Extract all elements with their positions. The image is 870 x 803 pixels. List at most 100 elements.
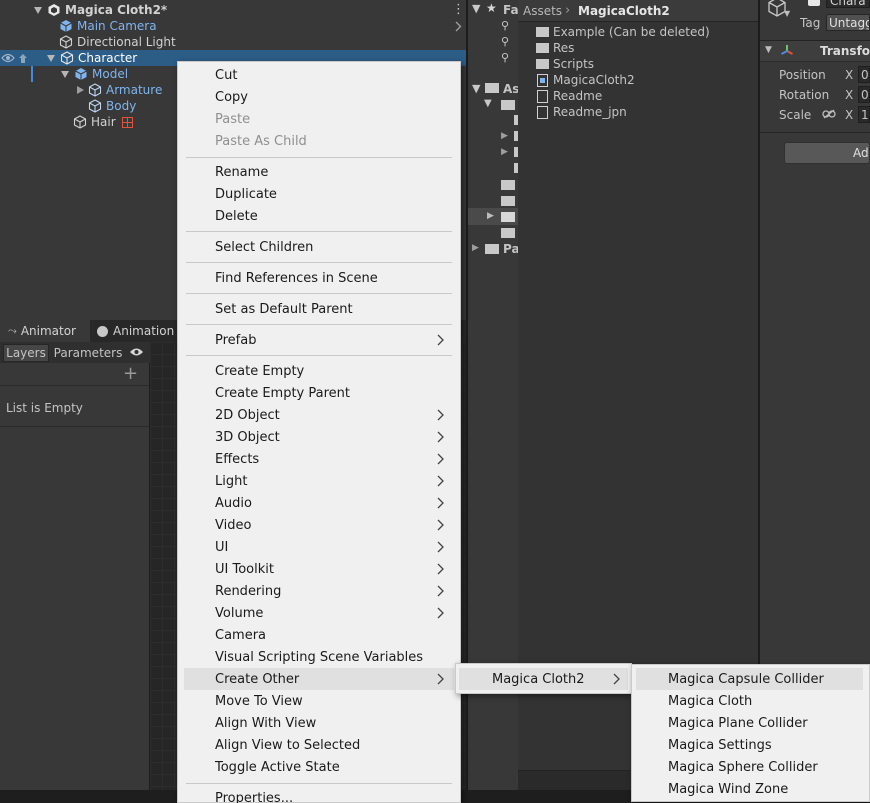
menu-item-magica-cloth2[interactable]: Magica Cloth2 bbox=[459, 668, 628, 690]
menu-item-label: 2D Object bbox=[215, 407, 280, 423]
subtab-parameters[interactable]: Parameters bbox=[52, 344, 124, 362]
script-file-icon bbox=[537, 73, 548, 87]
menu-item-properties[interactable]: Properties... bbox=[178, 787, 460, 803]
expand-arrow-icon[interactable] bbox=[47, 54, 55, 62]
menu-item-magica-settings[interactable]: Magica Settings bbox=[632, 734, 869, 756]
transform-header[interactable]: ▼ Transfor bbox=[760, 40, 870, 62]
menu-item-toggle-active-state[interactable]: Toggle Active State bbox=[178, 756, 460, 778]
name-value: Chara bbox=[830, 0, 866, 8]
add-button-label: Add bbox=[853, 146, 869, 160]
menu-item-ui-toolkit[interactable]: UI Toolkit bbox=[178, 558, 460, 580]
asset-item[interactable]: Example (Can be deleted) bbox=[536, 24, 756, 40]
breadcrumb-root[interactable]: Assets bbox=[523, 4, 562, 18]
search-icon[interactable]: ⚲ bbox=[501, 51, 509, 64]
tab-animation[interactable]: Animation bbox=[97, 320, 187, 342]
assets-label: As bbox=[503, 82, 520, 96]
menu-item-find-references[interactable]: Find References in Scene bbox=[178, 267, 460, 289]
menu-item-create-empty[interactable]: Create Empty bbox=[178, 360, 460, 382]
constrain-proportions-icon[interactable] bbox=[822, 109, 836, 119]
pick-hand-icon[interactable] bbox=[17, 52, 29, 64]
active-checkbox[interactable] bbox=[808, 0, 820, 6]
axis-x-label[interactable]: X bbox=[845, 88, 853, 102]
animator-layer-list: + List is Empty bbox=[0, 363, 149, 790]
menu-separator bbox=[186, 324, 452, 325]
menu-item-magica-capsule-collider[interactable]: Magica Capsule Collider bbox=[636, 668, 863, 690]
collapse-arrow-icon[interactable]: ▶ bbox=[501, 147, 508, 157]
scale-x-field[interactable]: 1 bbox=[858, 106, 870, 123]
search-icon[interactable]: ⚲ bbox=[501, 35, 509, 48]
icon-dropdown-arrow-icon[interactable]: ▼ bbox=[784, 9, 790, 18]
menu-item-rendering[interactable]: Rendering bbox=[178, 580, 460, 602]
menu-item-set-default-parent[interactable]: Set as Default Parent bbox=[178, 298, 460, 320]
menu-item-magica-plane-collider[interactable]: Magica Plane Collider bbox=[632, 712, 869, 734]
menu-item-audio[interactable]: Audio bbox=[178, 492, 460, 514]
menu-item-align-with-view[interactable]: Align With View bbox=[178, 712, 460, 734]
add-component-button[interactable]: Add bbox=[784, 142, 870, 164]
asset-item[interactable]: MagicaCloth2 bbox=[536, 72, 756, 88]
axis-x-label[interactable]: X bbox=[845, 68, 853, 82]
menu-item-volume[interactable]: Volume bbox=[178, 602, 460, 624]
menu-item-cut[interactable]: Cut bbox=[178, 64, 460, 86]
menu-item-camera[interactable]: Camera bbox=[178, 624, 460, 646]
menu-item-label: Create Empty Parent bbox=[215, 385, 350, 401]
axis-x-label[interactable]: X bbox=[845, 108, 853, 122]
menu-item-align-view-to-selected[interactable]: Align View to Selected bbox=[178, 734, 460, 756]
hierarchy-scene-row[interactable]: Magica Cloth2* ⋮ bbox=[0, 2, 466, 18]
menu-item-duplicate[interactable]: Duplicate bbox=[178, 183, 460, 205]
tab-animator[interactable]: ⤳ Animator bbox=[0, 320, 90, 342]
asset-item[interactable]: Readme_jpn bbox=[536, 104, 756, 120]
menu-item-select-children[interactable]: Select Children bbox=[178, 236, 460, 258]
menu-item-rename[interactable]: Rename bbox=[178, 161, 460, 183]
menu-item-video[interactable]: Video bbox=[178, 514, 460, 536]
field-value: 0 bbox=[861, 88, 869, 102]
collapse-arrow-icon[interactable]: ▶ bbox=[487, 211, 494, 221]
name-field[interactable]: Chara bbox=[826, 0, 870, 8]
menu-item-3d-object[interactable]: 3D Object bbox=[178, 426, 460, 448]
asset-item[interactable]: Readme bbox=[536, 88, 756, 104]
expand-arrow-icon[interactable]: ▼ bbox=[484, 98, 492, 109]
menu-item-magica-cloth[interactable]: Magica Cloth bbox=[632, 690, 869, 712]
asset-item[interactable]: Scripts bbox=[536, 56, 756, 72]
rotation-x-field[interactable]: 0 bbox=[858, 86, 870, 103]
add-layer-plus-icon[interactable]: + bbox=[123, 363, 138, 384]
hierarchy-item-directional-light[interactable]: Directional Light bbox=[0, 34, 466, 50]
menu-item-magica-wind-zone[interactable]: Magica Wind Zone bbox=[632, 778, 869, 800]
expand-arrow-icon[interactable] bbox=[34, 6, 42, 14]
menu-item-visual-scripting-scene-variables[interactable]: Visual Scripting Scene Variables bbox=[178, 646, 460, 668]
position-x-field[interactable]: 0 bbox=[858, 66, 870, 83]
assets-expand-icon[interactable]: ▼ bbox=[472, 82, 480, 95]
menu-item-move-to-view[interactable]: Move To View bbox=[178, 690, 460, 712]
menu-item-delete[interactable]: Delete bbox=[178, 205, 460, 227]
favorites-expand-icon[interactable]: ▼ bbox=[472, 2, 480, 15]
eye-icon[interactable] bbox=[129, 347, 144, 357]
star-icon: ★ bbox=[486, 1, 497, 15]
menu-item-light[interactable]: Light bbox=[178, 470, 460, 492]
more-options-icon[interactable]: ⋮ bbox=[452, 2, 465, 17]
expand-arrow-icon[interactable] bbox=[61, 70, 69, 78]
search-icon[interactable]: ⚲ bbox=[501, 19, 509, 32]
menu-item-ui[interactable]: UI bbox=[178, 536, 460, 558]
visibility-eye-icon[interactable] bbox=[1, 52, 15, 64]
chevron-right-icon bbox=[437, 563, 444, 575]
asset-label: Example (Can be deleted) bbox=[553, 25, 710, 39]
tag-dropdown[interactable]: Untagg bbox=[826, 14, 870, 31]
menu-item-effects[interactable]: Effects bbox=[178, 448, 460, 470]
menu-item-magica-sphere-collider[interactable]: Magica Sphere Collider bbox=[632, 756, 869, 778]
menu-item-label: Toggle Active State bbox=[215, 759, 340, 775]
expand-arrow-icon[interactable]: ▼ bbox=[765, 45, 772, 55]
subtab-layers[interactable]: Layers bbox=[3, 344, 49, 362]
menu-item-create-empty-parent[interactable]: Create Empty Parent bbox=[178, 382, 460, 404]
menu-item-label: Magica Cloth bbox=[668, 693, 753, 709]
menu-item-create-other[interactable]: Create Other bbox=[184, 668, 454, 690]
hierarchy-item-main-camera[interactable]: Main Camera bbox=[0, 18, 466, 34]
asset-item[interactable]: Res bbox=[536, 40, 756, 56]
collapse-arrow-icon[interactable]: ▶ bbox=[501, 131, 508, 141]
menu-item-prefab[interactable]: Prefab bbox=[178, 329, 460, 351]
collapse-arrow-icon[interactable] bbox=[77, 86, 84, 94]
project-tree-selected-row[interactable]: ▶ bbox=[468, 208, 518, 225]
collapse-arrow-icon[interactable]: ▶ bbox=[472, 243, 479, 253]
chevron-right-icon[interactable] bbox=[455, 21, 462, 32]
menu-item-2d-object[interactable]: 2D Object bbox=[178, 404, 460, 426]
breadcrumb-current[interactable]: MagicaCloth2 bbox=[578, 4, 670, 18]
menu-item-copy[interactable]: Copy bbox=[178, 86, 460, 108]
